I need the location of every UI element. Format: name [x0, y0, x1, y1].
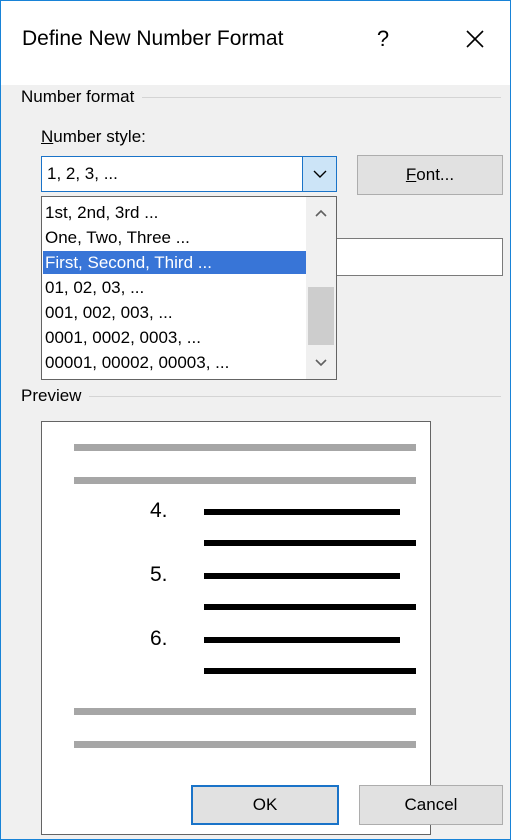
dropdown-item[interactable]: 1st, 2nd, 3rd ...: [43, 201, 308, 224]
dropdown-item[interactable]: 01, 02, 03, ...: [43, 276, 308, 299]
preview-number: 5.: [150, 563, 168, 586]
preview-text-line: [204, 668, 416, 674]
dropdown-item[interactable]: One, Two, Three ...: [43, 226, 308, 249]
number-format-group-label: Number format: [21, 87, 143, 107]
dropdown-item[interactable]: 0001, 0002, 0003, ...: [43, 326, 308, 349]
chevron-down-icon: [313, 170, 327, 178]
preview-number: 4.: [150, 499, 168, 522]
scroll-down-arrow-icon[interactable]: [306, 349, 336, 377]
preview-text-line: [204, 604, 416, 610]
preview-number: 6.: [150, 627, 168, 650]
font-button-accel: F: [405, 165, 417, 184]
number-style-label-rest: umber style:: [53, 127, 146, 146]
number-style-accel: N: [41, 127, 54, 146]
font-button-label-rest: ont...: [416, 165, 455, 184]
close-icon: [466, 30, 484, 48]
scroll-thumb[interactable]: [308, 287, 334, 345]
cancel-button[interactable]: Cancel: [359, 785, 503, 825]
number-style-label: Number style:: [41, 127, 146, 147]
combobox-dropdown-button[interactable]: [302, 157, 336, 191]
dropdown-scrollbar[interactable]: [306, 197, 336, 379]
preview-gray-line: [74, 477, 416, 484]
preview-group-label: Preview: [21, 386, 90, 406]
preview-gray-line: [74, 741, 416, 748]
preview-text-line: [204, 573, 400, 579]
number-style-combobox[interactable]: 1, 2, 3, ...: [41, 156, 337, 192]
preview-group-line: [21, 396, 501, 397]
title-bar: Define New Number Format ?: [1, 1, 510, 85]
dropdown-item[interactable]: 00001, 00002, 00003, ...: [43, 351, 308, 374]
preview-text-line: [204, 509, 400, 515]
dropdown-item-highlighted[interactable]: First, Second, Third ...: [43, 251, 308, 274]
preview-gray-line: [74, 444, 416, 451]
define-number-format-dialog: Define New Number Format ? Number format…: [0, 0, 511, 840]
preview-gray-line: [74, 708, 416, 715]
preview-text-line: [204, 637, 400, 643]
preview-text-line: [204, 540, 416, 546]
number-style-selected-value: 1, 2, 3, ...: [47, 164, 118, 183]
dropdown-item[interactable]: 001, 002, 003, ...: [43, 301, 308, 324]
close-button[interactable]: [455, 17, 495, 61]
ok-button[interactable]: OK: [191, 785, 339, 825]
scroll-up-arrow-icon[interactable]: [306, 199, 336, 227]
number-style-dropdown-list[interactable]: 1st, 2nd, 3rd ... One, Two, Three ... Fi…: [41, 196, 337, 380]
dialog-title: Define New Number Format: [22, 27, 284, 50]
font-button[interactable]: Font...: [357, 155, 503, 195]
preview-pane: 4. 5. 6.: [41, 421, 431, 835]
help-button[interactable]: ?: [365, 17, 401, 61]
number-format-input[interactable]: [337, 238, 503, 276]
